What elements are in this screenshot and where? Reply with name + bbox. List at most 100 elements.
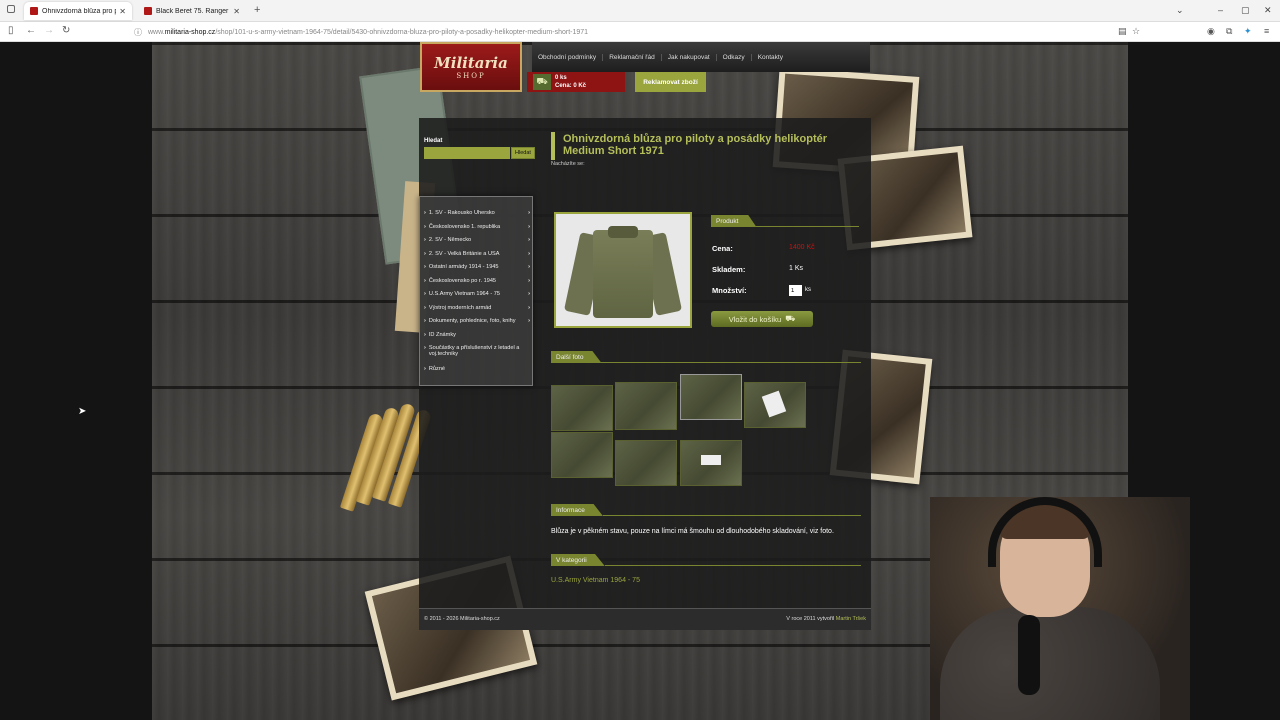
tab-label: Ohnivzdorná blůza pro piloty a: [42, 7, 116, 15]
footer-author-link[interactable]: Martin Tršek: [836, 616, 866, 622]
section-category-header: V kategorii: [551, 554, 861, 566]
thumbnail-photo[interactable]: [744, 382, 806, 428]
section-info-label: Informace: [551, 504, 603, 516]
category-item[interactable]: › Československo po r. 1945 ›: [424, 278, 530, 284]
category-item[interactable]: › Různé: [424, 366, 530, 372]
menu-how-to-buy[interactable]: Jak nakupovat: [662, 53, 717, 61]
tab-inactive[interactable]: Black Beret 75. Ranger Regime ✕: [138, 2, 246, 20]
browser-tabbar: Ohnivzdorná blůza pro piloty a ✕ Black B…: [0, 0, 1280, 22]
site-info-icon[interactable]: ⓘ: [134, 27, 142, 38]
section-product-header: Produkt: [711, 215, 859, 227]
menu-terms[interactable]: Obchodní podmínky: [532, 53, 604, 61]
category-link[interactable]: U.S.Army Vietnam 1964 - 75: [551, 577, 640, 584]
maximize-icon[interactable]: ▢: [1241, 5, 1250, 16]
search-input[interactable]: [424, 147, 510, 159]
breadcrumb: Nacházíte se:: [551, 161, 585, 167]
reload-icon[interactable]: ↻: [62, 25, 70, 36]
shirt-image: [563, 220, 683, 320]
webcam-overlay: [930, 497, 1190, 720]
quantity-input[interactable]: [789, 285, 802, 296]
product-description: Blůza je v pěkném stavu, pouze na límci …: [551, 528, 834, 535]
section-category-label: V kategorii: [551, 554, 605, 566]
reader-view-icon[interactable]: ▤: [1118, 26, 1127, 37]
extension-puzzle-icon[interactable]: ✦: [1244, 26, 1252, 37]
menu-contacts[interactable]: Kontakty: [752, 54, 789, 61]
favicon-icon: [30, 7, 38, 15]
cart-summary[interactable]: ⛟ 0 ks Cena: 0 Kč: [527, 72, 625, 92]
price-label: Cena:: [712, 244, 733, 253]
search-label: Hledat: [424, 138, 443, 144]
url-path: /shop/101-u-s-army-vietnam-1964-75/detai…: [215, 28, 589, 36]
category-item[interactable]: › Součástky a příslušenství z letadel a v…: [424, 345, 524, 357]
quantity-unit: ks: [805, 287, 811, 293]
cart-price: Cena: 0 Kč: [555, 83, 587, 89]
thumbnail-photo[interactable]: [615, 382, 677, 430]
url-host: militaria-shop.cz: [164, 28, 216, 36]
tab-list-icon[interactable]: [7, 5, 15, 13]
section-info-header: Informace: [551, 504, 861, 516]
category-item[interactable]: › 1. SV - Rakousko Uhersko ›: [424, 210, 530, 216]
thumbnail-photo[interactable]: [680, 440, 742, 486]
category-item[interactable]: › Dokumenty, pohlednice, foto, knihy ›: [424, 318, 530, 324]
address-bar[interactable]: ⓘ www. militaria-shop.cz/shop/101-u-s-arm…: [134, 25, 1144, 39]
section-photos-header: Další foto: [551, 351, 861, 363]
close-window-icon[interactable]: ✕: [1264, 5, 1272, 16]
url-prefix: www.: [148, 28, 165, 36]
back-icon[interactable]: ←: [26, 25, 36, 36]
section-product-label: Produkt: [711, 215, 757, 227]
cart-icon: ⛟: [533, 74, 551, 90]
top-menu: Obchodní podmínky Reklamační řád Jak nak…: [532, 42, 870, 72]
section-photos-label: Další foto: [551, 351, 602, 363]
extensions-icon[interactable]: ⧉: [1226, 26, 1232, 37]
add-to-cart-button[interactable]: Vložit do košíku ⛟: [711, 311, 813, 327]
stock-label: Skladem:: [712, 265, 746, 274]
page-viewport: Ohnivzdorná blůza pro piloty a posádky h…: [0, 42, 1280, 720]
sidebar: Hledat Hledat › 1. SV - Rakousko Uhersko ›…: [419, 118, 535, 386]
add-to-cart-label: Vložit do košíku: [728, 314, 782, 324]
menu-complaints[interactable]: Reklamační řád: [603, 53, 662, 61]
tab-label: Black Beret 75. Ranger Regime: [156, 7, 230, 15]
tab-overflow-icon[interactable]: ⌄: [1176, 5, 1184, 16]
quantity-label: Množství:: [712, 286, 747, 295]
price-value: 1400 Kč: [789, 244, 815, 251]
thumbnail-photo[interactable]: [615, 440, 677, 486]
basket-icon: ⛟: [785, 314, 796, 323]
category-item[interactable]: › 2. SV - Německo ›: [424, 237, 530, 243]
new-tab-icon[interactable]: +: [254, 4, 260, 16]
thumbnail-photo[interactable]: [551, 432, 613, 478]
sidebar-toggle-icon[interactable]: ▯: [8, 25, 14, 36]
category-item[interactable]: › Československo 1. republika ›: [424, 224, 530, 230]
close-tab-icon[interactable]: ✕: [119, 7, 126, 16]
category-item[interactable]: › Ostatní armády 1914 - 1945 ›: [424, 264, 530, 270]
category-item[interactable]: › ID Známky: [424, 332, 530, 338]
minimize-icon[interactable]: –: [1218, 5, 1223, 15]
menu-links[interactable]: Odkazy: [717, 53, 752, 61]
stock-value: 1 Ks: [789, 265, 804, 272]
footer-copyright: © 2011 - 2026 Militaria-shop.cz: [424, 616, 500, 622]
footer-credit: V roce 2011 vytvořil: [786, 616, 835, 622]
category-item[interactable]: › Výstroj moderních armád ›: [424, 305, 530, 311]
site-footer: © 2011 - 2026 Militaria-shop.cz V roce 2…: [419, 608, 871, 630]
product-title: Ohnivzdorná blůza pro piloty a posádky h…: [563, 133, 828, 157]
cart-count: 0 ks: [555, 75, 567, 81]
thumbnail-photo[interactable]: [551, 385, 613, 431]
search-button[interactable]: Hledat: [511, 147, 535, 159]
forward-icon[interactable]: →: [44, 25, 54, 36]
complain-button[interactable]: Reklamovat zboží: [635, 72, 706, 92]
favicon-icon: [144, 7, 152, 15]
title-accent: [551, 132, 555, 160]
tab-active[interactable]: Ohnivzdorná blůza pro piloty a ✕: [24, 2, 132, 20]
menu-icon[interactable]: ≡: [1264, 26, 1269, 36]
logo-sub-text: SHOP: [456, 72, 486, 80]
mouse-cursor-icon: ➤: [78, 406, 87, 417]
product-main-photo[interactable]: [554, 212, 692, 328]
logo-main-text: Militaria: [434, 54, 508, 72]
category-item[interactable]: › U.S.Army Vietnam 1964 - 75 ›: [424, 291, 530, 297]
account-icon[interactable]: ◉: [1207, 26, 1215, 37]
close-tab-icon[interactable]: ✕: [233, 7, 240, 16]
site-logo[interactable]: Militaria SHOP: [420, 42, 522, 92]
bookmark-star-icon[interactable]: ☆: [1132, 26, 1140, 37]
thumbnail-photo[interactable]: [680, 374, 742, 420]
category-item[interactable]: › 2. SV - Velká Británie a USA ›: [424, 251, 530, 257]
browser-navbar: ▯ ← → ↻ ⓘ www. militaria-shop.cz/shop/101…: [0, 22, 1280, 42]
